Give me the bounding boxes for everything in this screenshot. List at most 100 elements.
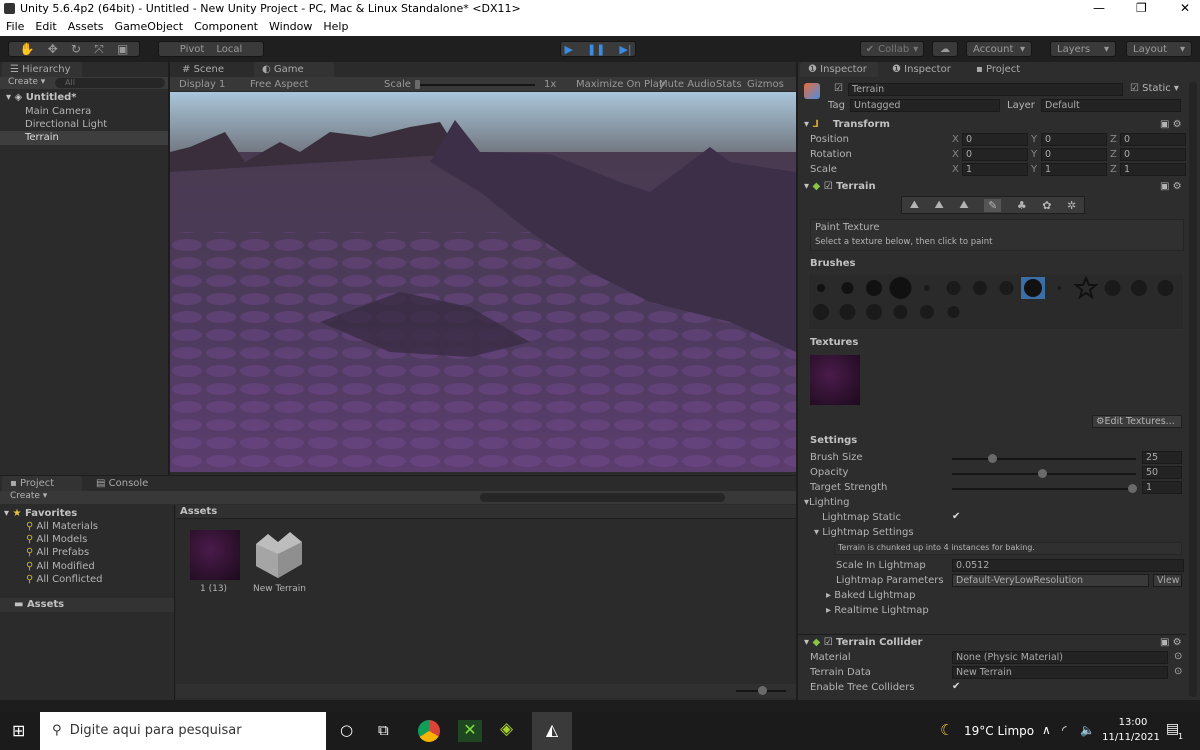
menu-gameobject[interactable]: GameObject bbox=[115, 20, 184, 34]
terrain-settings-icon[interactable]: ✲ bbox=[1067, 199, 1076, 212]
slider-handle[interactable] bbox=[1128, 484, 1137, 493]
task-view-icon[interactable]: ⧉ bbox=[378, 721, 389, 739]
lighting-foldout[interactable]: ▾Lighting bbox=[804, 497, 849, 508]
tab-inspector-2[interactable]: ❶ Inspector bbox=[884, 62, 962, 77]
brush_size-field[interactable]: 25 bbox=[1142, 451, 1182, 464]
target_strength-slider[interactable] bbox=[952, 484, 1137, 493]
gizmos-dropdown[interactable]: Gizmos bbox=[747, 79, 784, 90]
tab-game[interactable]: ◐ Game bbox=[254, 62, 334, 77]
transform-z-field[interactable]: 1 bbox=[1120, 163, 1186, 176]
transform-x-field[interactable]: 0 bbox=[962, 148, 1028, 161]
material-field[interactable]: None (Physic Material) bbox=[952, 651, 1168, 664]
excel-like-icon[interactable]: ✕ bbox=[458, 720, 482, 742]
component-settings-icons[interactable]: ▣ ⚙ bbox=[1160, 637, 1182, 648]
pivot-toggle[interactable]: Pivot Local bbox=[158, 41, 264, 57]
realtime-lightmap-foldout[interactable]: ▸ Realtime Lightmap bbox=[826, 605, 929, 616]
edit-textures-button[interactable]: ⚙Edit Textures... bbox=[1092, 415, 1182, 428]
collab-button[interactable]: ✔ Collab ▾ bbox=[860, 41, 924, 57]
minimize-button[interactable]: — bbox=[1093, 1, 1105, 15]
wifi-icon[interactable]: ◜ bbox=[1062, 723, 1067, 737]
move-tool-icon[interactable]: ✥ bbox=[48, 42, 58, 56]
pivot-button[interactable]: Pivot bbox=[180, 44, 205, 55]
hierarchy-item-selected[interactable]: Terrain bbox=[0, 131, 168, 145]
lightmap-static-checkbox[interactable]: ✔ bbox=[952, 511, 960, 522]
aspect-dropdown[interactable]: Free Aspect bbox=[250, 79, 308, 90]
texture-asset-thumbnail[interactable] bbox=[190, 530, 240, 580]
scale-slider-handle[interactable] bbox=[415, 80, 420, 89]
tab-project-2[interactable]: ▪ Project bbox=[968, 62, 1046, 77]
thumbnail-size-slider[interactable] bbox=[736, 686, 786, 695]
terrain-asset-icon[interactable] bbox=[252, 528, 304, 580]
chrome-icon[interactable] bbox=[418, 720, 440, 742]
opacity-field[interactable]: 50 bbox=[1142, 466, 1182, 479]
maximize-button[interactable]: ❐ bbox=[1136, 1, 1147, 15]
pause-icon[interactable]: ❚❚ bbox=[587, 43, 605, 56]
account-dropdown[interactable]: Account ▾ bbox=[966, 41, 1032, 57]
hierarchy-item[interactable]: Directional Light bbox=[25, 119, 107, 130]
transform-y-field[interactable]: 0 bbox=[1041, 148, 1107, 161]
scene-root[interactable]: ▾ ◈ Untitled* bbox=[6, 92, 77, 103]
display-dropdown[interactable]: Display 1 bbox=[179, 79, 225, 90]
paint-details-icon[interactable]: ✿ bbox=[1042, 199, 1051, 212]
brush_size-slider[interactable] bbox=[952, 454, 1136, 463]
brush-grid[interactable] bbox=[808, 273, 1184, 330]
tab-inspector[interactable]: ❶ Inspector bbox=[800, 62, 878, 77]
weather-text[interactable]: 19°C Limpo bbox=[964, 724, 1034, 738]
volume-icon[interactable]: 🔈 bbox=[1080, 723, 1095, 737]
smooth-height-icon[interactable]: ⛰ bbox=[959, 198, 968, 212]
inspector-scrollbar[interactable] bbox=[1189, 82, 1197, 697]
lightmap-parameters-dropdown[interactable]: Default-VeryLowResolution bbox=[952, 574, 1149, 587]
baked-lightmap-foldout[interactable]: ▸ Baked Lightmap bbox=[826, 590, 915, 601]
clock-date[interactable]: 11/11/2021 bbox=[1100, 732, 1162, 743]
transform-z-field[interactable]: 0 bbox=[1120, 133, 1186, 146]
menu-file[interactable]: File bbox=[6, 20, 24, 34]
unity-taskbar-icon[interactable]: ◭ bbox=[532, 712, 572, 750]
component-settings-icons[interactable]: ▣ ⚙ bbox=[1160, 119, 1182, 130]
opacity-slider[interactable] bbox=[952, 469, 1136, 478]
local-button[interactable]: Local bbox=[216, 44, 242, 55]
tab-hierarchy[interactable]: ☰ Hierarchy bbox=[2, 62, 82, 77]
paint-height-icon[interactable]: ⛰ bbox=[935, 198, 944, 212]
favorite-item[interactable]: ⚲ All Conflicted bbox=[26, 574, 103, 585]
favorites-folder[interactable]: ▾ ★ Favorites bbox=[4, 508, 77, 519]
favorite-item[interactable]: ⚲ All Modified bbox=[26, 561, 95, 572]
scale-in-lightmap-field[interactable]: 0.0512 bbox=[952, 559, 1184, 572]
menu-edit[interactable]: Edit bbox=[35, 20, 56, 34]
object-name-field[interactable]: Terrain bbox=[848, 83, 1123, 96]
tag-dropdown[interactable]: Untagged bbox=[850, 99, 1000, 112]
show-hidden-icons[interactable]: ∧ bbox=[1042, 723, 1051, 737]
favorite-item[interactable]: ⚲ All Prefabs bbox=[26, 547, 89, 558]
active-checkbox[interactable]: ☑ bbox=[834, 83, 843, 94]
menu-component[interactable]: Component bbox=[194, 20, 258, 34]
slider-handle[interactable] bbox=[1038, 469, 1047, 478]
favorite-item[interactable]: ⚲ All Materials bbox=[26, 521, 98, 532]
menu-assets[interactable]: Assets bbox=[68, 20, 104, 34]
step-icon[interactable]: ▶| bbox=[619, 43, 631, 56]
transform-z-field[interactable]: 0 bbox=[1120, 148, 1186, 161]
paint-texture-icon[interactable]: ✎ bbox=[984, 198, 1002, 212]
menu-window[interactable]: Window bbox=[269, 20, 312, 34]
rotate-tool-icon[interactable]: ↻ bbox=[71, 42, 81, 56]
target_strength-field[interactable]: 1 bbox=[1142, 481, 1182, 494]
menu-help[interactable]: Help bbox=[323, 20, 348, 34]
stats-toggle[interactable]: Stats bbox=[716, 79, 742, 90]
windows-start-icon[interactable]: ⊞ bbox=[12, 721, 25, 740]
transform-y-field[interactable]: 0 bbox=[1041, 133, 1107, 146]
transform-x-field[interactable]: 1 bbox=[962, 163, 1028, 176]
texture-thumbnail[interactable] bbox=[810, 355, 860, 405]
view-button[interactable]: View bbox=[1153, 574, 1182, 587]
maximize-on-play-toggle[interactable]: Maximize On Play bbox=[576, 79, 665, 90]
play-icon[interactable]: ▶ bbox=[564, 43, 572, 56]
transform-y-field[interactable]: 1 bbox=[1041, 163, 1107, 176]
object-picker-icon[interactable]: ⊙ bbox=[1174, 666, 1182, 677]
lightmap-settings-foldout[interactable]: ▾ Lightmap Settings bbox=[814, 527, 914, 538]
create-dropdown[interactable]: Create bbox=[10, 491, 40, 501]
tab-console[interactable]: ▤ Console bbox=[88, 476, 168, 491]
enable-tree-colliders-checkbox[interactable]: ✔ bbox=[952, 681, 960, 692]
transform-x-field[interactable]: 0 bbox=[962, 133, 1028, 146]
static-toggle[interactable]: ☑ Static ▾ bbox=[1130, 83, 1179, 94]
game-viewport[interactable] bbox=[170, 92, 796, 472]
assets-folder[interactable]: ▬ Assets bbox=[0, 598, 174, 612]
place-trees-icon[interactable]: ♣ bbox=[1017, 199, 1027, 212]
close-button[interactable]: ✕ bbox=[1180, 1, 1190, 15]
